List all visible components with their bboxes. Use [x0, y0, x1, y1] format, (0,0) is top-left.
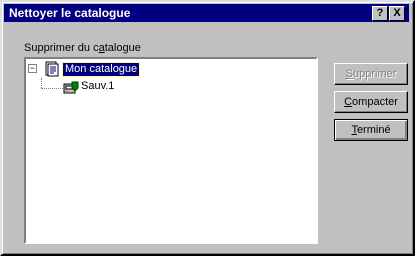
- window-title: Nettoyer le catalogue: [9, 6, 131, 20]
- delete-button[interactable]: Supprimer: [334, 63, 408, 85]
- group-label-part: talogue: [104, 42, 141, 54]
- compact-button[interactable]: Compacter: [334, 91, 408, 113]
- collapse-icon[interactable]: −: [28, 64, 37, 73]
- backup-set-icon: [63, 81, 79, 94]
- delete-button-label: upprimer: [352, 68, 397, 80]
- tree-item-mon-catalogue[interactable]: Mon catalogue: [61, 62, 141, 77]
- catalog-document-icon: [45, 61, 59, 77]
- done-button-label: erminé: [356, 124, 391, 136]
- compact-button-label: ompacter: [352, 96, 398, 108]
- compact-button-accelerator: C: [344, 96, 353, 108]
- help-button[interactable]: ?: [372, 6, 388, 21]
- close-button[interactable]: X: [389, 6, 405, 21]
- done-button[interactable]: Terminé: [334, 119, 408, 141]
- tree-item-sauv-1[interactable]: Sauv.1: [81, 80, 114, 93]
- tree-connector-vertical: [41, 78, 42, 88]
- catalog-group-label: Supprimer du catalogue: [24, 42, 141, 55]
- delete-button-accelerator: S: [345, 68, 353, 80]
- title-bar[interactable]: Nettoyer le catalogue ? X: [4, 4, 409, 22]
- group-label-part: Supprimer du c: [24, 42, 99, 54]
- tree-connector-horizontal: [41, 88, 63, 89]
